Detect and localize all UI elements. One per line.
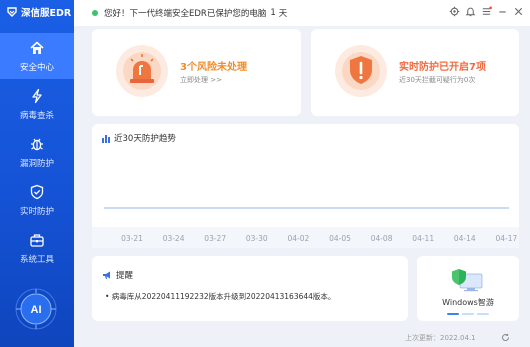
notice-card: 提醒 • 病毒库从20220411192232版本升级到202204131636… [92, 256, 408, 321]
bar-chart-icon [102, 135, 110, 143]
notice-title: 提醒 [116, 271, 134, 281]
status-indicator [92, 10, 98, 16]
x-tick-label: 04-08 [371, 234, 393, 243]
x-tick-label: 04-17 [496, 234, 518, 243]
lightning-icon [32, 88, 42, 103]
notice-message: • 病毒库从20220411192232版本升级到20220413163644版… [105, 292, 336, 301]
ai-label: AI [31, 304, 42, 316]
sidebar-item-label: 病毒查杀 [19, 110, 54, 121]
x-tick-label: 03-21 [121, 234, 143, 243]
top-bar: 您好！下一代终端安全EDR已保护您的电脑 1 天 [74, 0, 530, 26]
sidebar-item-security-center[interactable]: 安全中心 [0, 33, 74, 79]
windows-shield-icon [452, 269, 483, 292]
alarm-icon [116, 45, 168, 97]
carousel-dot[interactable] [462, 313, 474, 315]
protection-title: 实时防护已开启7项 [399, 62, 486, 73]
trend-chart-card: 03-21 03-24 03-27 03-30 04-02 04-05 04-08 04-11… [92, 124, 519, 248]
x-tick-label: 04-05 [329, 234, 351, 243]
carousel-indicator[interactable] [447, 313, 489, 315]
protection-card[interactable]: 实时防护已开启7项 近30天拦截可疑行为0次 [311, 29, 519, 116]
gear-icon[interactable] [449, 6, 460, 17]
chart-title: 近30天防护趋势 [114, 134, 176, 144]
protected-days-unit: 天 [278, 9, 288, 19]
carousel-dot[interactable] [447, 313, 459, 315]
protection-subtitle: 近30天拦截可疑行为0次 [399, 76, 476, 84]
sidebar-item-label: 实时防护 [19, 206, 54, 217]
risk-title: 3个风险未处理 [180, 62, 247, 73]
app-title: 深信服EDR [21, 8, 72, 19]
handle-now-link[interactable]: 立即处理 >> [180, 75, 222, 85]
x-tick-label: 04-14 [454, 234, 476, 243]
x-tick-label: 03-24 [163, 234, 185, 243]
minimize-icon[interactable] [497, 6, 508, 17]
carousel-dot[interactable] [477, 313, 489, 315]
sidebar-item-label: 漏洞防护 [19, 158, 54, 169]
megaphone-icon [103, 271, 110, 279]
bell-icon[interactable] [465, 6, 476, 17]
windows-label: Windows智游 [442, 298, 494, 307]
sidebar-item-system-tools[interactable]: 系统工具 [0, 225, 74, 271]
window-controls [449, 6, 524, 17]
notice-header: 提醒 [102, 269, 133, 281]
sidebar-item-realtime-protection[interactable]: 实时防护 [0, 177, 74, 223]
sidebar: 深信服EDR 安全中心 病毒查杀 漏洞防护 实时防护 系统工具 AI [0, 0, 74, 347]
sangfor-logo-icon [7, 7, 17, 17]
shield-alert-icon [335, 45, 387, 97]
toolbox-icon [30, 233, 44, 247]
windows-card[interactable]: Windows智游 [417, 256, 519, 321]
close-icon[interactable] [513, 6, 524, 17]
x-tick-label: 04-11 [412, 234, 434, 243]
ai-assistant-icon[interactable]: AI [11, 287, 61, 331]
app-logo: 深信服EDR [6, 5, 71, 19]
bug-icon [31, 138, 43, 150]
sidebar-item-label: 安全中心 [19, 62, 54, 73]
sidebar-item-vulnerability-protection[interactable]: 漏洞防护 [0, 129, 74, 175]
chart-header: 近30天防护趋势 [101, 132, 176, 144]
home-icon [30, 41, 44, 54]
sidebar-item-label: 系统工具 [19, 254, 54, 265]
x-tick-label: 03-27 [204, 234, 226, 243]
sidebar-item-virus-scan[interactable]: 病毒查杀 [0, 81, 74, 127]
risk-card[interactable]: 3个风险未处理 立即处理 >> [92, 29, 301, 116]
last-update-text: 上次更新：2022.04.1 [405, 334, 476, 342]
shield-icon [30, 184, 44, 199]
refresh-icon[interactable] [501, 333, 510, 342]
greeting-text: 您好！下一代终端安全EDR已保护您的电脑 [104, 9, 267, 19]
protected-days-count: 1 [270, 8, 276, 18]
menu-icon[interactable] [481, 6, 492, 17]
x-tick-label: 03-30 [246, 234, 268, 243]
x-tick-label: 04-02 [288, 234, 310, 243]
